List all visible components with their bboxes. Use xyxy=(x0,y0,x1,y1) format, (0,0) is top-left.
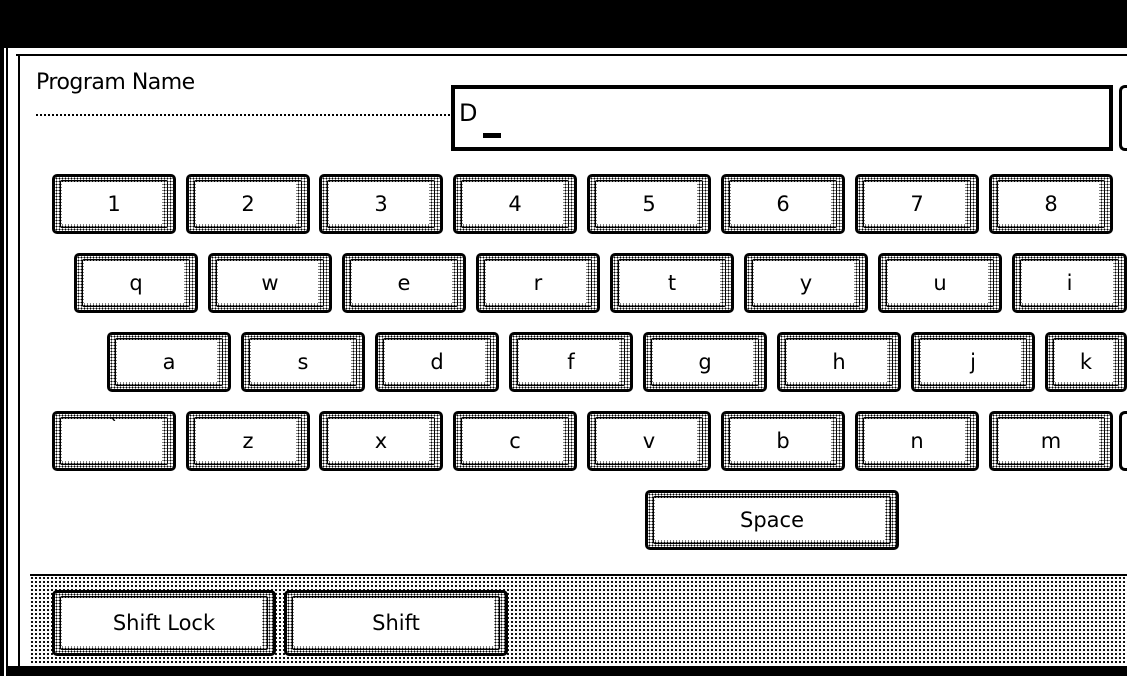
panel-top-border xyxy=(16,54,1127,56)
key-label: 6 xyxy=(776,192,790,216)
key-b[interactable]: b xyxy=(721,411,845,471)
key-label: s xyxy=(297,350,309,374)
key-label: Shift xyxy=(372,611,420,635)
key-x[interactable]: x xyxy=(319,411,443,471)
top-black-bar xyxy=(0,0,1127,48)
key-label: t xyxy=(667,271,677,295)
key-q[interactable]: q xyxy=(74,253,198,313)
key-3[interactable]: 3 xyxy=(319,174,443,234)
key-label: j xyxy=(970,350,976,374)
key-6[interactable]: 6 xyxy=(721,174,845,234)
key-label: 3 xyxy=(374,192,388,216)
key-label: f xyxy=(567,350,575,374)
program-name-input[interactable]: D xyxy=(451,85,1113,151)
key-label: m xyxy=(1040,429,1062,453)
key-label: i xyxy=(1066,271,1073,295)
key-label: 4 xyxy=(508,192,522,216)
key-f[interactable]: f xyxy=(509,332,633,392)
shift-lock-button[interactable]: Shift Lock xyxy=(52,590,276,656)
key-1[interactable]: 1 xyxy=(52,174,176,234)
key-label: b xyxy=(776,429,790,453)
key-label: u xyxy=(933,271,947,295)
right-edge-control[interactable] xyxy=(1119,85,1127,151)
key-s[interactable]: s xyxy=(241,332,365,392)
key-j[interactable]: j xyxy=(911,332,1035,392)
key-c[interactable]: c xyxy=(453,411,577,471)
key-label: v xyxy=(642,429,656,453)
shift-button[interactable]: Shift xyxy=(284,590,508,656)
key-label: Shift Lock xyxy=(112,611,216,635)
key-label: h xyxy=(832,350,846,374)
key-label: ` xyxy=(108,415,120,439)
key-5[interactable]: 5 xyxy=(587,174,711,234)
left-rail-gap xyxy=(4,48,6,676)
key-r[interactable]: r xyxy=(476,253,600,313)
row4-right-edge-key[interactable] xyxy=(1119,411,1127,471)
key-label: x xyxy=(374,429,388,453)
key-label: a xyxy=(162,350,176,374)
label-leader-dots xyxy=(36,114,450,116)
bottom-frame xyxy=(8,666,1127,676)
key-2[interactable]: 2 xyxy=(186,174,310,234)
key-z[interactable]: z xyxy=(186,411,310,471)
key-i[interactable]: i xyxy=(1012,253,1127,313)
key-label: c xyxy=(509,429,521,453)
key-label: d xyxy=(430,350,444,374)
space-key[interactable]: Space xyxy=(645,490,899,550)
key-k[interactable]: k xyxy=(1045,332,1127,392)
key-g[interactable]: g xyxy=(643,332,767,392)
key-label: Space xyxy=(740,508,804,532)
program-name-value: D xyxy=(459,99,478,127)
key-label: e xyxy=(397,271,411,295)
key-label: 2 xyxy=(241,192,255,216)
key-label: n xyxy=(910,429,924,453)
key-label: g xyxy=(698,350,712,374)
key-4[interactable]: 4 xyxy=(453,174,577,234)
key-v[interactable]: v xyxy=(587,411,711,471)
key-a[interactable]: a xyxy=(107,332,231,392)
key-label: q xyxy=(129,271,143,295)
key-label: y xyxy=(799,271,813,295)
key-label: 5 xyxy=(642,192,656,216)
key-t[interactable]: t xyxy=(610,253,734,313)
key-label: k xyxy=(1079,350,1093,374)
key-e[interactable]: e xyxy=(342,253,466,313)
key-8[interactable]: 8 xyxy=(989,174,1113,234)
key-d[interactable]: d xyxy=(375,332,499,392)
panel-left-border xyxy=(18,54,20,669)
key-label: 1 xyxy=(107,192,121,216)
key-label: z xyxy=(242,429,254,453)
program-name-label: Program Name xyxy=(36,70,195,95)
key-label: r xyxy=(533,271,543,295)
key-u[interactable]: u xyxy=(878,253,1002,313)
key-n[interactable]: n xyxy=(855,411,979,471)
key-h[interactable]: h xyxy=(777,332,901,392)
key-m[interactable]: m xyxy=(989,411,1113,471)
key-label: 7 xyxy=(910,192,924,216)
key-y[interactable]: y xyxy=(744,253,868,313)
key-backtick[interactable]: ` xyxy=(52,411,176,471)
key-label: w xyxy=(261,271,279,295)
key-label: 8 xyxy=(1044,192,1058,216)
text-cursor xyxy=(483,133,501,138)
key-7[interactable]: 7 xyxy=(855,174,979,234)
key-w[interactable]: w xyxy=(208,253,332,313)
